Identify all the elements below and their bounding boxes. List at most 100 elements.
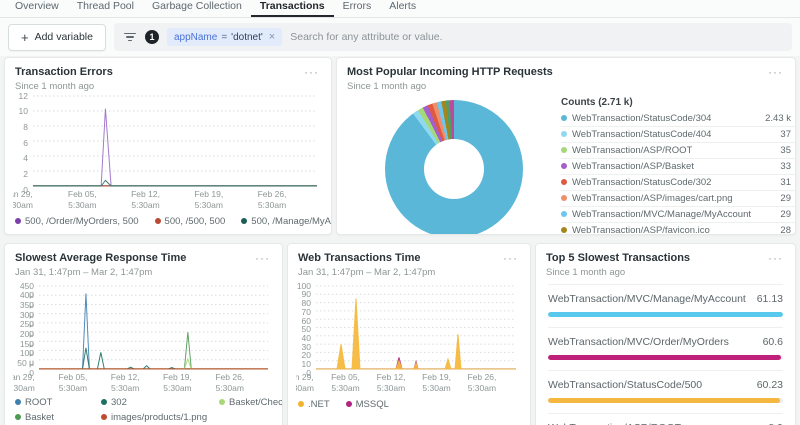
filter-chip-appname[interactable]: appName = 'dotnet' × <box>167 28 282 46</box>
y-axis-tick: 10 <box>13 107 28 116</box>
request-row[interactable]: WebTransaction/StatusCode/3042.43 k89.87… <box>561 111 796 127</box>
transaction-bar-row[interactable]: WebTransaction/ASP/ROOT8.9 <box>548 413 783 425</box>
legend-item[interactable]: 302 <box>101 397 219 408</box>
tab-thread-pool[interactable]: Thread Pool <box>68 0 143 17</box>
chip-operator: = <box>221 32 227 43</box>
chip-remove-icon[interactable]: × <box>269 31 275 43</box>
panel-menu-icon[interactable]: ··· <box>766 252 785 264</box>
request-percent: 1.15 % <box>791 177 796 188</box>
panel-top5-slowest: Top 5 Slowest Transactions Since 1 month… <box>535 243 796 425</box>
tab-transactions[interactable]: Transactions <box>251 0 334 17</box>
transaction-bar-row[interactable]: WebTransaction/StatusCode/50060.23 <box>548 370 783 413</box>
legend-item[interactable]: 500, /500, 500 <box>155 216 226 227</box>
x-axis-tick: Jan 29, 5:30am <box>13 372 35 391</box>
request-percent: 1.22 % <box>791 161 796 172</box>
request-row[interactable]: WebTransaction/ASP/favicon.ico281.04 % <box>561 223 796 235</box>
legend-dot <box>15 399 21 405</box>
request-row[interactable]: WebTransaction/ASP/images/cart.png 291.07… <box>561 191 796 207</box>
panel-web-transactions: Web Transactions Time Jan 31, 1:47pm – M… <box>287 243 531 425</box>
tab-bar: OverviewThread PoolGarbage CollectionTra… <box>0 0 800 18</box>
bar-fill <box>548 355 781 360</box>
request-row[interactable]: WebTransaction/ASP/Basket331.22 % <box>561 159 796 175</box>
add-variable-label: Add variable <box>35 31 93 43</box>
legend-dot <box>101 414 107 420</box>
x-axis-tick: Jan 29, 5:30am <box>296 372 314 391</box>
bar-track <box>548 355 783 360</box>
x-axis-tick: Feb 19, 5:30am <box>422 372 451 391</box>
http-requests-donut[interactable] <box>385 100 523 235</box>
request-label: WebTransaction/StatusCode/404 <box>572 129 711 140</box>
panel-transaction-errors: Transaction Errors Since 1 month ago ···… <box>4 57 332 235</box>
tab-errors[interactable]: Errors <box>334 0 381 17</box>
y-axis-tick: 12 <box>13 92 28 101</box>
transaction-bar-row[interactable]: WebTransaction/MVC/Order/MyOrders60.6 <box>548 327 783 370</box>
http-requests-table: WebTransaction/StatusCode/3042.43 k89.87… <box>561 111 796 235</box>
legend-dot <box>241 218 247 224</box>
legend-item[interactable]: images/products/1.png <box>101 412 219 423</box>
panel-header: Most Popular Incoming HTTP Requests Sinc… <box>337 58 795 92</box>
legend-dot <box>298 401 304 407</box>
transaction-errors-chart[interactable]: 121086420Jan 29, 5:30amFeb 05, 5:30amFeb… <box>13 94 323 208</box>
transaction-bar-row[interactable]: WebTransaction/MVC/Manage/MyAccount61.13 <box>548 284 783 327</box>
panel-header: Slowest Average Response Time Jan 31, 1:… <box>5 244 282 278</box>
transaction-label: WebTransaction/StatusCode/500 <box>548 379 702 391</box>
panel-subtitle: Since 1 month ago <box>347 81 553 92</box>
web-transactions-chart[interactable]: 1009080706050403020100Jan 29, 5:30amFeb … <box>296 284 522 391</box>
legend-item[interactable]: 500, /Manage/MyAccount, 500 <box>241 216 332 227</box>
plus-icon: + <box>21 31 29 44</box>
panel-menu-icon[interactable]: ··· <box>253 252 272 264</box>
top5-bars: WebTransaction/MVC/Manage/MyAccount61.13… <box>536 284 795 425</box>
request-row[interactable]: WebTransaction/ASP/ROOT351.29 % <box>561 143 796 159</box>
request-count: 35 <box>751 145 791 156</box>
x-axis-tick: Feb 05, 5:30am <box>331 372 360 391</box>
request-count: 37 <box>751 129 791 140</box>
panel-subtitle: Jan 31, 1:47pm – Mar 2, 1:47pm <box>15 267 186 278</box>
legend-label: 302 <box>111 397 127 408</box>
panel-header: Web Transactions Time Jan 31, 1:47pm – M… <box>288 244 530 278</box>
request-count: 29 <box>751 193 791 204</box>
legend-item[interactable]: Basket <box>15 412 101 423</box>
request-row[interactable]: WebTransaction/StatusCode/302311.15 % <box>561 175 796 191</box>
request-label: WebTransaction/ASP/ROOT <box>572 145 692 156</box>
bar-fill <box>548 312 783 317</box>
legend-label: 500, /Manage/MyAccount, 500 <box>251 216 332 227</box>
filter-search-bar[interactable]: 1 appName = 'dotnet' × Search for any at… <box>114 23 792 51</box>
y-axis-tick: 4 <box>13 154 28 163</box>
legend-item[interactable]: ROOT <box>15 397 101 408</box>
web-transactions-legend: .NET MSSQL <box>288 399 530 410</box>
legend-item[interactable]: 500, /Order/MyOrders, 500 <box>15 216 139 227</box>
x-axis-tick: Feb 26, 5:30am <box>215 372 244 391</box>
legend-label: images/products/1.png <box>111 412 207 423</box>
legend-item[interactable]: Basket/Checkout <box>219 397 283 408</box>
panel-http-requests: Most Popular Incoming HTTP Requests Sinc… <box>336 57 796 235</box>
request-label: WebTransaction/StatusCode/302 <box>572 177 711 188</box>
legend-item[interactable]: .NET <box>298 399 330 410</box>
panel-menu-icon[interactable]: ··· <box>302 66 321 78</box>
tab-alerts[interactable]: Alerts <box>380 0 425 17</box>
y-axis-tick: 8 <box>13 123 28 132</box>
panel-title: Slowest Average Response Time <box>15 252 186 266</box>
request-row[interactable]: WebTransaction/StatusCode/404371.37 % <box>561 127 796 143</box>
tab-overview[interactable]: Overview <box>6 0 68 17</box>
transaction-value: 60.6 <box>763 336 783 348</box>
tab-garbage-collection[interactable]: Garbage Collection <box>143 0 251 17</box>
legend-label: 500, /500, 500 <box>165 216 226 227</box>
legend-label: 500, /Order/MyOrders, 500 <box>25 216 139 227</box>
panel-header: Transaction Errors Since 1 month ago ··· <box>5 58 331 92</box>
request-percent: 1.07 % <box>791 193 796 204</box>
panel-menu-icon[interactable]: ··· <box>501 252 520 264</box>
series-dot <box>561 115 567 121</box>
request-label: WebTransaction/MVC/Manage/MyAccount <box>572 209 751 220</box>
request-label: WebTransaction/ASP/images/cart.png <box>572 193 733 204</box>
request-row[interactable]: WebTransaction/MVC/Manage/MyAccount291.0… <box>561 207 796 223</box>
x-axis-tick: Feb 12, 5:30am <box>111 372 140 391</box>
legend-label: MSSQL <box>356 399 389 410</box>
legend-item[interactable]: MSSQL <box>346 399 389 410</box>
donut-hole <box>424 139 484 199</box>
slowest-response-chart[interactable]: 450 μ400 μ350 μ300 μ250 μ200 μ150 μ100 μ… <box>13 284 274 391</box>
counts-header: Counts (2.71 k) <box>561 97 796 108</box>
series-dot <box>561 131 567 137</box>
x-axis-tick: Jan 29, 5:30am <box>13 189 33 208</box>
add-variable-button[interactable]: + Add variable <box>8 24 106 51</box>
panel-menu-icon[interactable]: ··· <box>766 66 785 78</box>
